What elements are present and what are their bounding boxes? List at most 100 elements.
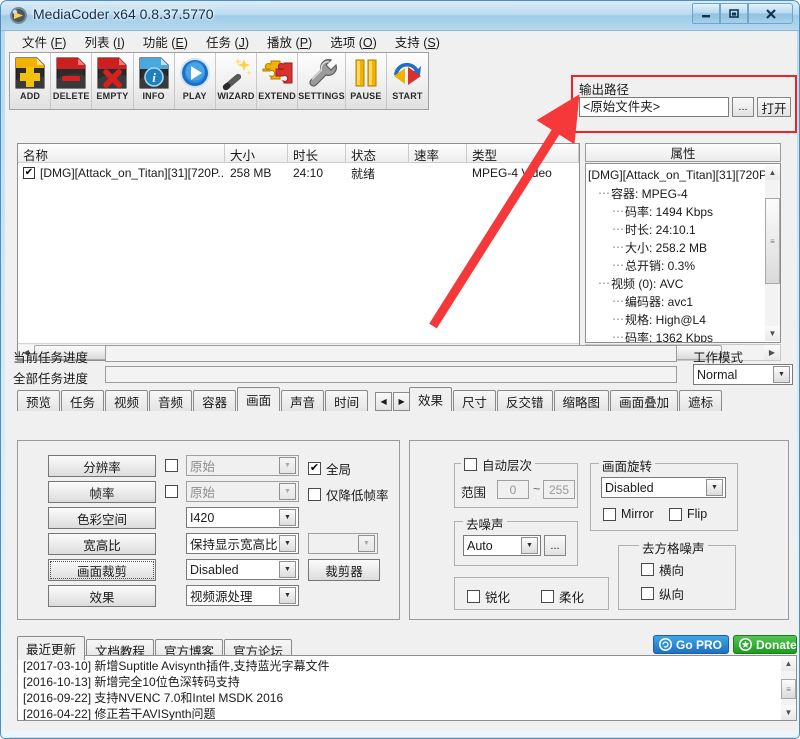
- auto-levels-min-input[interactable]: 0: [497, 480, 529, 499]
- reduce-framerate-only-checkbox[interactable]: 仅降低帧率: [308, 485, 389, 504]
- framerate-button[interactable]: 帧率: [48, 481, 156, 503]
- chevron-down-icon[interactable]: ▼: [279, 457, 296, 474]
- tab-deinterlace[interactable]: 反交错: [497, 390, 553, 411]
- scroll-track[interactable]: [765, 180, 780, 198]
- scroll-thumb[interactable]: ≡: [781, 679, 796, 699]
- scroll-track[interactable]: [781, 671, 796, 679]
- menu-item-file[interactable]: 文件 (F): [13, 30, 75, 53]
- cropper-button[interactable]: 裁剪器: [308, 559, 380, 581]
- tab-watermark[interactable]: 遮标: [679, 390, 722, 411]
- global-checkbox[interactable]: ✔ 全局: [308, 459, 351, 478]
- framerate-dropdown[interactable]: 原始 ▼: [186, 481, 299, 502]
- aspect-ratio-button[interactable]: 宽高比: [48, 533, 156, 555]
- toolbar-button-add[interactable]: ADD: [10, 53, 51, 109]
- tab-size[interactable]: 尺寸: [453, 390, 496, 411]
- scroll-up-arrow-icon[interactable]: ▲: [765, 165, 780, 180]
- denoise-dropdown[interactable]: Auto ▼: [463, 535, 541, 556]
- colorspace-dropdown[interactable]: I420 ▼: [186, 507, 299, 528]
- crop-dropdown[interactable]: Disabled ▼: [186, 559, 299, 580]
- properties-vertical-scrollbar[interactable]: ▲ ≡ ▼: [765, 165, 780, 341]
- rotation-dropdown[interactable]: Disabled ▼: [601, 477, 726, 498]
- menu-item-support[interactable]: 支持 (S): [386, 30, 449, 53]
- chevron-down-icon[interactable]: ▼: [521, 537, 538, 554]
- work-mode-dropdown[interactable]: Normal ▼: [693, 364, 793, 385]
- output-path-browse-button[interactable]: ...: [732, 97, 754, 117]
- tab-task[interactable]: 任务: [61, 390, 104, 411]
- soften-checkbox[interactable]: 柔化: [541, 587, 584, 606]
- toolbar-button-extend[interactable]: EXTEND: [257, 53, 298, 109]
- tab-thumbnail[interactable]: 缩略图: [554, 390, 610, 411]
- toolbar-button-wizard[interactable]: WIZARD: [216, 53, 257, 109]
- tab-picture[interactable]: 画面: [237, 387, 280, 411]
- toolbar-button-pause[interactable]: PAUSE: [346, 53, 387, 109]
- resolution-enable-checkbox[interactable]: [165, 459, 178, 472]
- chevron-down-icon[interactable]: ▼: [358, 535, 375, 552]
- tab-next-button[interactable]: ▶: [393, 392, 410, 411]
- tab-overlay[interactable]: 画面叠加: [610, 390, 678, 411]
- mirror-checkbox[interactable]: Mirror: [603, 507, 654, 521]
- column-header-duration[interactable]: 时长: [288, 144, 346, 162]
- colorspace-button[interactable]: 色彩空间: [48, 507, 156, 529]
- column-header-type[interactable]: 类型: [467, 144, 579, 162]
- go-pro-button[interactable]: Go PRO: [653, 635, 729, 654]
- chevron-down-icon[interactable]: ▼: [279, 587, 296, 604]
- scroll-track[interactable]: [765, 284, 780, 326]
- resolution-dropdown[interactable]: 原始 ▼: [186, 455, 299, 476]
- toolbar-button-delete[interactable]: DELETE: [51, 53, 92, 109]
- effects-source-dropdown[interactable]: 视频源处理 ▼: [186, 585, 299, 606]
- chevron-down-icon[interactable]: ▼: [706, 479, 723, 496]
- properties-tree[interactable]: [DMG][Attack_on_Titan][31][720P][GE ⋯容器:…: [585, 163, 781, 343]
- news-vertical-scrollbar[interactable]: ▲ ≡ ▼: [781, 656, 796, 720]
- tab-video[interactable]: 视频: [105, 390, 148, 411]
- auto-levels-max-input[interactable]: 255: [543, 480, 575, 499]
- file-list[interactable]: 名称 大小 时长 状态 速率 类型 ✔ [DMG][Attack_on_Tita…: [17, 143, 580, 361]
- chevron-down-icon[interactable]: ▼: [279, 535, 296, 552]
- column-header-name[interactable]: 名称: [18, 144, 225, 162]
- tab-recent-updates[interactable]: 最近更新: [17, 636, 85, 660]
- scroll-down-arrow-icon[interactable]: ▼: [781, 705, 796, 720]
- column-header-status[interactable]: 状态: [346, 144, 409, 162]
- effects-button[interactable]: 效果: [48, 585, 156, 607]
- menu-item-play[interactable]: 播放 (P): [258, 30, 321, 53]
- framerate-enable-checkbox[interactable]: [165, 485, 178, 498]
- menu-item-function[interactable]: 功能 (E): [134, 30, 197, 53]
- news-list[interactable]: [2017-03-10] 新增Suptitle Avisynth插件,支持蓝光字…: [17, 655, 797, 721]
- aspect-ratio-extra-dropdown[interactable]: ▼: [308, 533, 378, 554]
- menu-item-options[interactable]: 选项 (O): [321, 30, 386, 53]
- aspect-ratio-dropdown[interactable]: 保持显示宽高比 ▼: [186, 533, 299, 554]
- tab-sound[interactable]: 声音: [281, 390, 324, 411]
- tab-time[interactable]: 时间: [325, 390, 368, 411]
- table-row[interactable]: ✔ [DMG][Attack_on_Titan][31][720P... 258…: [18, 163, 579, 183]
- maximize-button[interactable]: [720, 3, 748, 24]
- menu-item-list[interactable]: 列表 (I): [75, 30, 133, 53]
- auto-levels-checkbox[interactable]: 自动层次: [461, 455, 535, 474]
- output-path-input[interactable]: <原始文件夹>: [579, 97, 729, 117]
- deblock-vertical-checkbox[interactable]: 纵向: [641, 584, 684, 603]
- toolbar-button-play[interactable]: PLAY: [175, 53, 216, 109]
- chevron-down-icon[interactable]: ▼: [279, 483, 296, 500]
- scroll-right-arrow-icon[interactable]: ▶: [764, 345, 780, 360]
- tab-preview[interactable]: 预览: [17, 390, 60, 411]
- column-header-rate[interactable]: 速率: [409, 144, 467, 162]
- list-item[interactable]: [2016-10-13] 新增完全10位色深转码支持: [18, 672, 796, 688]
- list-item[interactable]: [2017-03-10] 新增Suptitle Avisynth插件,支持蓝光字…: [18, 656, 796, 672]
- tab-prev-button[interactable]: ◀: [375, 392, 392, 411]
- tab-effects[interactable]: 效果: [409, 387, 452, 411]
- list-item[interactable]: [2016-04-22] 修正若干AVISynth问题: [18, 704, 796, 720]
- donate-button[interactable]: Donate: [733, 635, 797, 654]
- close-button[interactable]: [748, 3, 793, 24]
- scroll-up-arrow-icon[interactable]: ▲: [781, 656, 796, 671]
- toolbar-button-info[interactable]: i INFO: [134, 53, 175, 109]
- sharpen-checkbox[interactable]: 锐化: [467, 587, 510, 606]
- menu-item-task[interactable]: 任务 (J): [197, 30, 258, 53]
- output-path-open-button[interactable]: 打开: [757, 97, 791, 117]
- deblock-horizontal-checkbox[interactable]: 横向: [641, 560, 684, 579]
- scroll-thumb[interactable]: ≡: [765, 198, 780, 284]
- denoise-browse-button[interactable]: ...: [544, 535, 566, 556]
- tab-audio[interactable]: 音频: [149, 390, 192, 411]
- column-header-size[interactable]: 大小: [225, 144, 288, 162]
- toolbar-button-settings[interactable]: SETTINGS: [298, 53, 346, 109]
- tab-container[interactable]: 容器: [193, 390, 236, 411]
- toolbar-button-start[interactable]: START: [387, 53, 428, 109]
- scroll-down-arrow-icon[interactable]: ▼: [765, 326, 780, 341]
